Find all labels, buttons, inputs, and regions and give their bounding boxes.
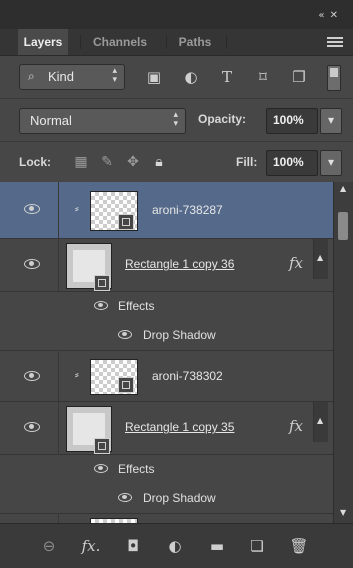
effects-visibility-eye-icon[interactable] bbox=[94, 464, 108, 473]
lock-transparent-pixels-icon[interactable]: ▦ bbox=[72, 153, 90, 171]
lock-label: Lock: bbox=[19, 155, 52, 169]
fill-label: Fill: bbox=[236, 155, 258, 169]
visibility-eye-icon[interactable] bbox=[24, 422, 40, 432]
effect-name: Drop Shadow bbox=[143, 491, 216, 505]
layer-filter-bar: ⌕ Kind ▴ ▾ ▣ ◐ T ⌑ ❐ bbox=[0, 56, 353, 96]
row-divider bbox=[58, 402, 59, 454]
collapse-close-icons[interactable]: « ✕ bbox=[318, 10, 339, 21]
blend-mode-value: Normal bbox=[30, 113, 72, 128]
layer-name[interactable]: Rectangle 1 copy 35 bbox=[125, 420, 234, 434]
fx-icon[interactable]: fx bbox=[289, 254, 303, 272]
search-icon: ⌕ bbox=[28, 69, 35, 83]
row-divider bbox=[58, 239, 59, 291]
expand-effects-toggle[interactable]: ▲ bbox=[313, 239, 328, 279]
effects-row[interactable]: Effects bbox=[0, 455, 333, 483]
layers-bottom-toolbar: ⊖ fx. ◘ ◐ ▬ ❏ 🗑︎ bbox=[0, 523, 353, 568]
shape-layer-filter-icon[interactable]: ⌑ bbox=[252, 68, 274, 86]
type-layer-filter-icon[interactable]: T bbox=[216, 68, 238, 86]
effects-label: Effects bbox=[118, 299, 155, 313]
panel-title-strip: « ✕ bbox=[0, 0, 353, 29]
vector-mask-badge-icon bbox=[94, 438, 110, 454]
effects-label: Effects bbox=[118, 462, 155, 476]
layer-row[interactable]: ⸗ aroni-738287 bbox=[0, 182, 333, 239]
opacity-label: Opacity: bbox=[198, 112, 247, 126]
scroll-down-icon[interactable]: ▼ bbox=[340, 508, 346, 517]
layer-name[interactable]: Rectangle 1 copy 36 bbox=[125, 257, 234, 271]
delete-icon[interactable]: 🗑︎ bbox=[288, 536, 310, 556]
layer-row[interactable]: ⸗ aroni-738302 bbox=[0, 351, 333, 402]
layer-mask-icon[interactable]: ◘ bbox=[122, 536, 144, 556]
smart-object-badge-icon bbox=[118, 214, 134, 230]
tab-divider bbox=[226, 35, 227, 49]
filter-toggle-switch[interactable] bbox=[327, 65, 341, 91]
smart-object-filter-icon[interactable]: ❐ bbox=[288, 68, 310, 86]
adjustment-layer-icon[interactable]: ◐ bbox=[164, 536, 186, 556]
adjustment-layer-filter-icon[interactable]: ◐ bbox=[180, 68, 202, 86]
effect-row[interactable]: Drop Shadow bbox=[0, 320, 333, 351]
panel-menu-icon[interactable] bbox=[327, 35, 343, 49]
tab-layers[interactable]: Layers bbox=[18, 29, 68, 55]
visibility-eye-icon[interactable] bbox=[24, 259, 40, 269]
lock-image-pixels-icon[interactable]: ✎ bbox=[98, 153, 116, 171]
filter-kind-select[interactable]: ⌕ Kind ▴ ▾ bbox=[19, 64, 125, 90]
layer-name[interactable]: aroni-738302 bbox=[152, 369, 223, 383]
fill-dropdown-button[interactable]: ▾ bbox=[320, 150, 342, 176]
new-group-icon[interactable]: ▬ bbox=[206, 536, 228, 556]
layer-name[interactable]: aroni-738287 bbox=[152, 203, 223, 217]
lock-fill-bar: Lock: ▦ ✎ ✥ 🔒︎ Fill: 100% ▾ bbox=[0, 141, 353, 183]
stepper-arrows-icon: ▴ ▾ bbox=[112, 66, 117, 85]
vector-mask-badge-icon bbox=[94, 275, 110, 291]
fill-value: 100% bbox=[273, 155, 304, 169]
tab-paths[interactable]: Paths bbox=[170, 29, 220, 55]
filter-kind-label: Kind bbox=[48, 69, 75, 84]
clipping-link-icon: ⸗ bbox=[75, 202, 79, 215]
layers-list: ⸗ aroni-738287 Rectangle 1 copy 36 fx ▲ … bbox=[0, 182, 333, 523]
layer-row[interactable]: Rectangle 1 copy 36 fx ▲ bbox=[0, 239, 333, 292]
link-layers-icon[interactable]: ⊖ bbox=[38, 536, 60, 556]
fill-input[interactable]: 100% bbox=[266, 150, 318, 176]
tab-divider bbox=[80, 35, 81, 49]
layers-scrollbar[interactable]: ▲ ▼ bbox=[333, 182, 353, 523]
visibility-eye-icon[interactable] bbox=[24, 204, 40, 214]
effect-visibility-eye-icon[interactable] bbox=[118, 493, 132, 502]
expand-effects-toggle[interactable]: ▲ bbox=[313, 402, 328, 442]
pixel-layer-filter-icon[interactable]: ▣ bbox=[143, 68, 165, 86]
smart-object-badge-icon bbox=[118, 377, 134, 393]
panel-tabs: Layers Channels Paths bbox=[0, 29, 353, 56]
scroll-up-icon[interactable]: ▲ bbox=[340, 184, 346, 193]
clipping-link-icon: ⸗ bbox=[75, 368, 79, 381]
new-layer-icon[interactable]: ❏ bbox=[246, 536, 268, 556]
effects-row[interactable]: Effects bbox=[0, 292, 333, 320]
fx-icon[interactable]: fx. bbox=[80, 536, 102, 556]
effect-row[interactable]: Drop Shadow bbox=[0, 483, 333, 514]
fx-icon[interactable]: fx bbox=[289, 417, 303, 435]
row-divider bbox=[58, 351, 59, 401]
row-divider bbox=[58, 182, 59, 238]
lock-all-icon[interactable]: 🔒︎ bbox=[150, 153, 168, 171]
opacity-dropdown-button[interactable]: ▾ bbox=[320, 108, 342, 134]
scroll-thumb[interactable] bbox=[338, 212, 348, 240]
opacity-input[interactable]: 100% bbox=[266, 108, 318, 134]
tab-divider bbox=[166, 35, 167, 49]
layers-panel: « ✕ Layers Channels Paths ⌕ Kind ▴ ▾ ▣ ◐ … bbox=[0, 0, 353, 568]
layer-row[interactable] bbox=[0, 514, 333, 523]
lock-position-icon[interactable]: ✥ bbox=[124, 153, 142, 171]
stepper-arrows-icon: ▴ ▾ bbox=[173, 110, 178, 129]
layer-row[interactable]: Rectangle 1 copy 35 fx ▲ bbox=[0, 402, 333, 455]
effect-name: Drop Shadow bbox=[143, 328, 216, 342]
blend-mode-select[interactable]: Normal ▴ ▾ bbox=[19, 108, 186, 134]
visibility-eye-icon[interactable] bbox=[24, 371, 40, 381]
opacity-value: 100% bbox=[273, 113, 304, 127]
effect-visibility-eye-icon[interactable] bbox=[118, 330, 132, 339]
row-divider bbox=[58, 514, 59, 523]
blend-opacity-bar: Normal ▴ ▾ Opacity: 100% ▾ bbox=[0, 98, 353, 141]
tab-channels[interactable]: Channels bbox=[85, 29, 155, 55]
effects-visibility-eye-icon[interactable] bbox=[94, 301, 108, 310]
